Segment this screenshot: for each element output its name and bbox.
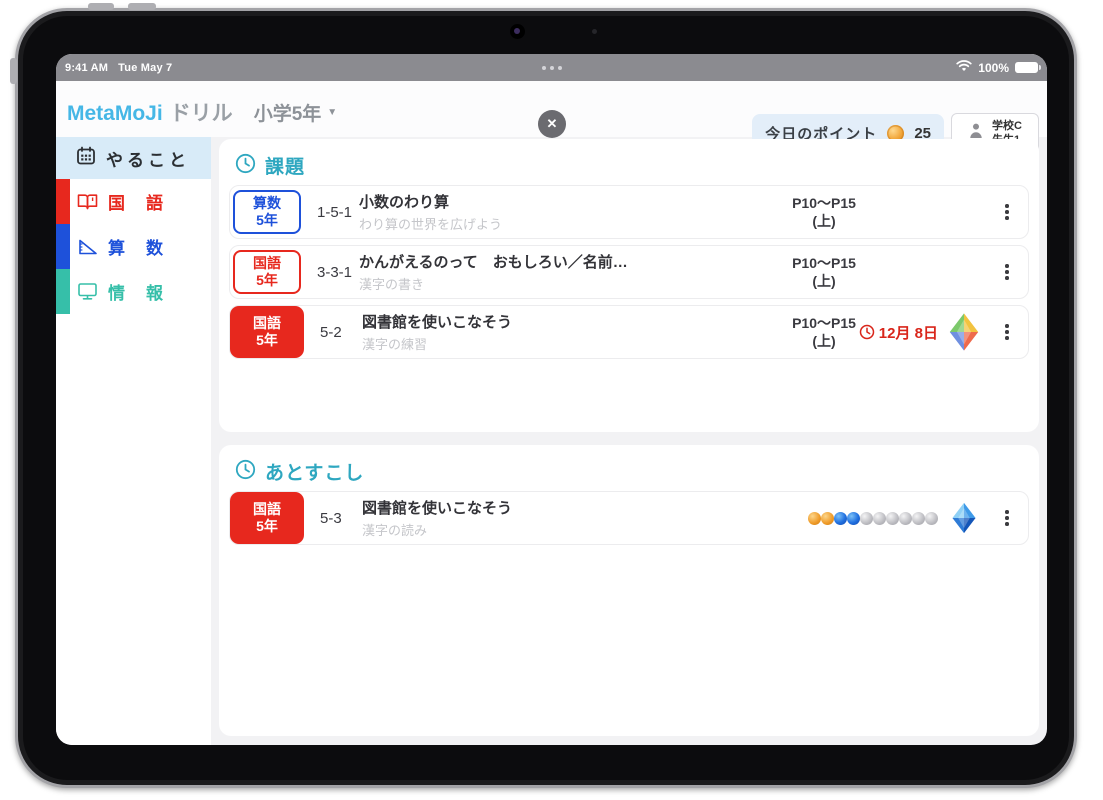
app-logo: MetaMoJi xyxy=(67,102,163,125)
progress-orb-gray xyxy=(912,511,925,525)
assignment-code: 1-5-1 xyxy=(317,203,353,221)
progress-orb-gray xyxy=(860,511,873,525)
side-button xyxy=(10,58,17,84)
progress-orb-blue xyxy=(847,511,860,525)
sidebar-item-label: 国 語 xyxy=(108,194,165,213)
front-camera xyxy=(510,24,525,39)
main-area: 課題 算数 5年 1-5-1 小数のわり算 わり算の世界を広げよう P10〜P1… xyxy=(219,137,1039,745)
row-menu-button[interactable] xyxy=(998,200,1016,224)
sidebar-item-label: 情 報 xyxy=(108,284,165,303)
ipad-frame: 9:41 AM Tue May 7 100% MetaMoJi ドリル 小学5年… xyxy=(10,3,1077,788)
app-name: ドリル xyxy=(169,102,233,125)
assignment-row[interactable]: 国語 5年 5-3 図書館を使いこなそう 漢字の読み xyxy=(229,491,1029,545)
assignment-subtitle: 漢字の練習 xyxy=(362,337,428,352)
volume-button xyxy=(88,3,114,10)
subject-color-bar xyxy=(56,269,70,314)
assignment-title: 図書館を使いこなそう xyxy=(362,500,513,517)
assignment-subtitle: 漢字の書き xyxy=(359,277,425,292)
chevron-down-icon: ▼ xyxy=(327,107,338,118)
assignment-title: 小数のわり算 xyxy=(359,194,450,211)
grade-label: 小学5年 xyxy=(253,104,322,125)
section-almost-done: あとすこし 国語 5年 5-3 図書館を使いこなそう 漢字の読み xyxy=(219,445,1039,736)
progress-orb-gray xyxy=(925,511,938,525)
progress-orb-gray xyxy=(886,511,899,525)
camera-sensor xyxy=(592,29,597,34)
assignment-code: 5-3 xyxy=(320,509,342,527)
assignment-code: 5-2 xyxy=(320,323,342,341)
battery-icon xyxy=(1015,62,1041,73)
sidebar-item-todo[interactable]: やること xyxy=(56,137,211,179)
content-area: やること 国 語 算 数 情 報 課題 算数 5年 1-5-1 小数のわり算 わ… xyxy=(56,137,1047,745)
subject-color-bar xyxy=(56,224,70,269)
page-range: P10〜P15 (上) xyxy=(792,194,856,229)
gem-blue-icon xyxy=(946,500,982,536)
assignment-code: 3-3-1 xyxy=(317,263,353,281)
progress-orb-orange xyxy=(808,511,821,525)
clock-icon xyxy=(235,153,256,179)
section-assignments: 課題 算数 5年 1-5-1 小数のわり算 わり算の世界を広げよう P10〜P1… xyxy=(219,139,1039,432)
screen: 9:41 AM Tue May 7 100% MetaMoJi ドリル 小学5年… xyxy=(56,54,1047,745)
grade-selector[interactable]: 小学5年 ▼ xyxy=(254,99,337,126)
sidebar-item-joho[interactable]: 情 報 xyxy=(56,269,211,314)
sidebar-item-label: やること xyxy=(106,150,190,170)
battery-percent: 100% xyxy=(978,60,1009,75)
subject-color-bar xyxy=(56,179,70,224)
subject-grade-badge: 国語 5年 xyxy=(233,250,301,294)
status-bar: 9:41 AM Tue May 7 100% xyxy=(56,54,1047,81)
progress-dots xyxy=(808,511,938,525)
ruler-icon xyxy=(76,238,98,256)
page: 9:41 AM Tue May 7 100% MetaMoJi ドリル 小学5年… xyxy=(0,0,1103,800)
assignment-title: 図書館を使いこなそう xyxy=(362,314,513,331)
assignment-subtitle: 漢字の読み xyxy=(362,523,428,538)
calendar-icon xyxy=(76,146,96,171)
close-button[interactable]: ✕ xyxy=(538,110,566,138)
status-time: 9:41 AM xyxy=(65,61,109,74)
wifi-icon xyxy=(956,59,972,77)
user-school: 学校C xyxy=(992,119,1022,132)
row-menu-button[interactable] xyxy=(998,506,1016,530)
section-title: あとすこし xyxy=(265,463,365,484)
clock-icon xyxy=(235,459,256,485)
progress-orb-gray xyxy=(873,511,886,525)
sidebar-item-kokugo[interactable]: 国 語 xyxy=(56,179,211,224)
volume-button xyxy=(128,3,156,10)
close-icon: ✕ xyxy=(546,116,558,131)
subject-grade-badge: 国語 5年 xyxy=(230,492,304,544)
gem-rainbow-icon xyxy=(946,312,982,352)
assignment-row[interactable]: 国語 5年 5-2 図書館を使いこなそう 漢字の練習 P10〜P15 (上) 12… xyxy=(229,305,1029,359)
status-date: Tue May 7 xyxy=(118,61,173,74)
progress-orb-blue xyxy=(834,511,847,525)
page-range: P10〜P15 (上) xyxy=(792,254,856,289)
sidebar: やること 国 語 算 数 情 報 xyxy=(56,137,211,745)
subject-grade-badge: 算数 5年 xyxy=(233,190,301,234)
book-icon xyxy=(76,193,98,210)
assignment-row[interactable]: 国語 5年 3-3-1 かんがえるのって おもしろい／名前… 漢字の書き P10… xyxy=(229,245,1029,299)
assignment-subtitle: わり算の世界を広げよう xyxy=(359,217,503,232)
progress-orb-gray xyxy=(899,511,912,525)
progress-orb-orange xyxy=(821,511,834,525)
section-title: 課題 xyxy=(265,157,306,178)
status-ellipsis-icon xyxy=(541,66,562,70)
due-date: 12月 8日 xyxy=(859,322,938,343)
assignment-row[interactable]: 算数 5年 1-5-1 小数のわり算 わり算の世界を広げよう P10〜P15 (上… xyxy=(229,185,1029,239)
row-menu-button[interactable] xyxy=(998,260,1016,284)
monitor-icon xyxy=(76,282,98,301)
subject-grade-badge: 国語 5年 xyxy=(230,306,304,358)
sidebar-item-sansu[interactable]: 算 数 xyxy=(56,224,211,269)
sidebar-item-label: 算 数 xyxy=(108,239,165,258)
assignment-title: かんがえるのって おもしろい／名前… xyxy=(359,254,628,271)
row-menu-button[interactable] xyxy=(998,320,1016,344)
